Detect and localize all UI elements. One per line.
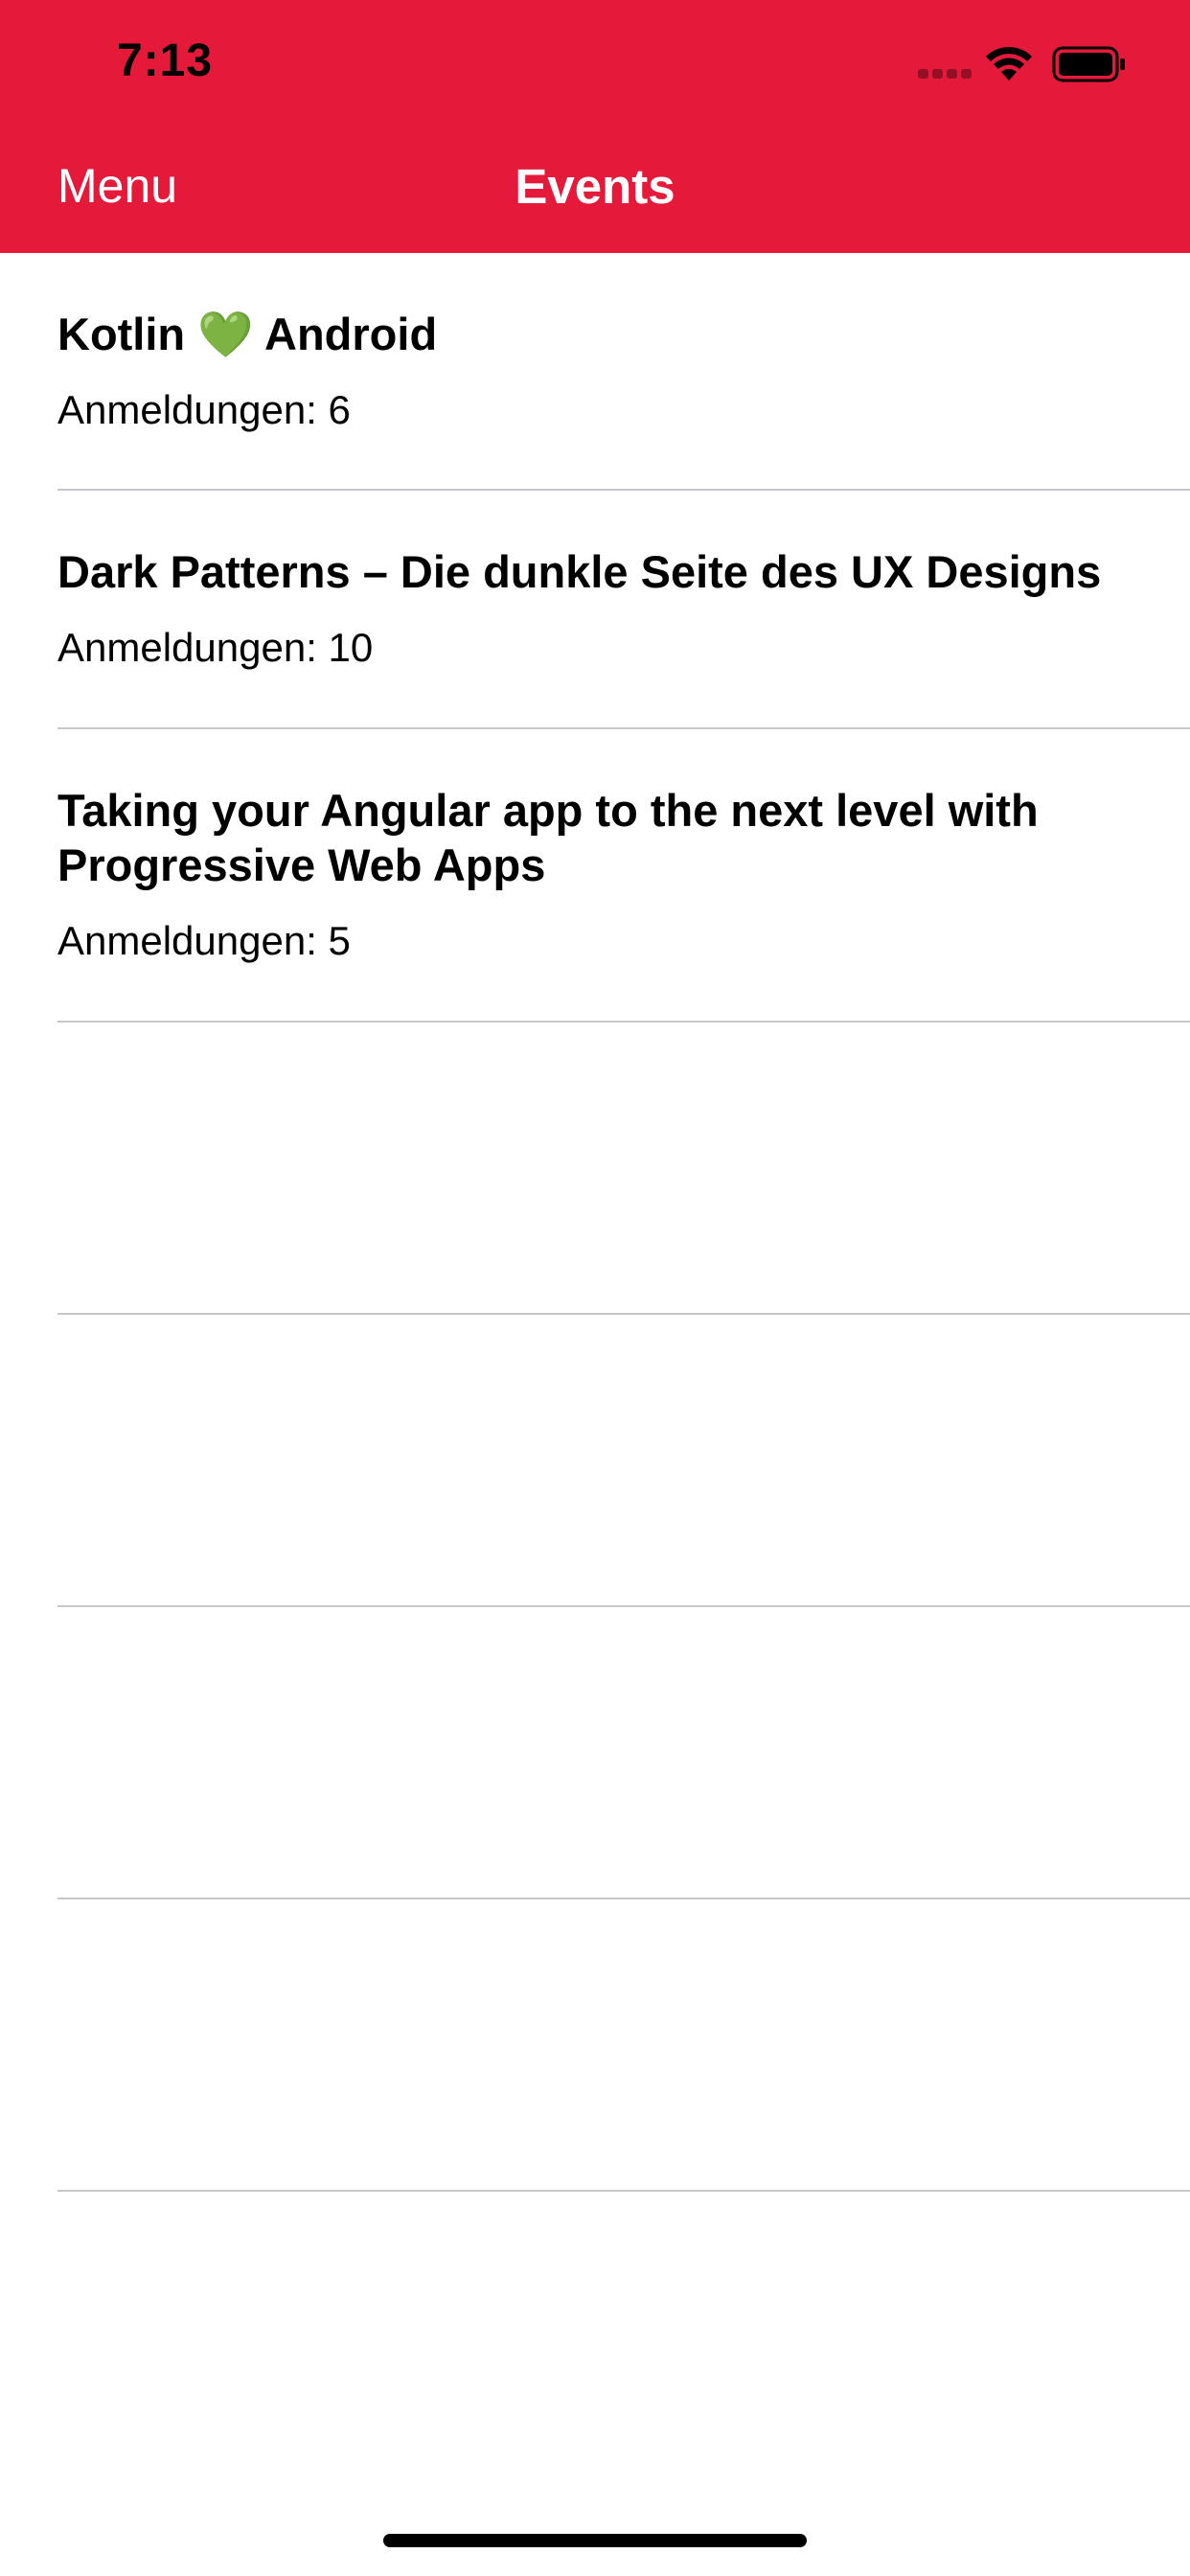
event-row[interactable]: Kotlin 💚 Android Anmeldungen: 6 bbox=[57, 253, 1190, 491]
event-row[interactable]: Dark Patterns – Die dunkle Seite des UX … bbox=[57, 491, 1190, 729]
empty-row bbox=[57, 1023, 1190, 1315]
status-time: 7:13 bbox=[117, 35, 214, 86]
event-title: Dark Patterns – Die dunkle Seite des UX … bbox=[57, 546, 1102, 597]
empty-row bbox=[57, 1315, 1190, 1607]
wifi-icon bbox=[986, 47, 1032, 80]
empty-row bbox=[57, 1607, 1190, 1899]
empty-row bbox=[57, 1899, 1190, 2192]
event-title: Taking your Angular app to the next leve… bbox=[57, 785, 1039, 890]
event-registrations: Anmeldungen: 5 bbox=[57, 918, 351, 963]
event-registrations: Anmeldungen: 10 bbox=[57, 625, 374, 670]
home-indicator[interactable] bbox=[383, 2534, 807, 2547]
event-row[interactable]: Taking your Angular app to the next leve… bbox=[57, 729, 1190, 1023]
page-title: Events bbox=[515, 159, 675, 214]
events-list: Kotlin 💚 Android Anmeldungen: 6 Dark Pat… bbox=[0, 253, 1190, 2192]
event-registrations: Anmeldungen: 6 bbox=[57, 387, 351, 432]
event-title: Kotlin 💚 Android bbox=[57, 309, 438, 359]
battery-icon bbox=[1052, 46, 1125, 82]
cellular-signal-icon bbox=[918, 69, 972, 80]
navigation-header: 7:13 Menu Events bbox=[0, 0, 1190, 253]
